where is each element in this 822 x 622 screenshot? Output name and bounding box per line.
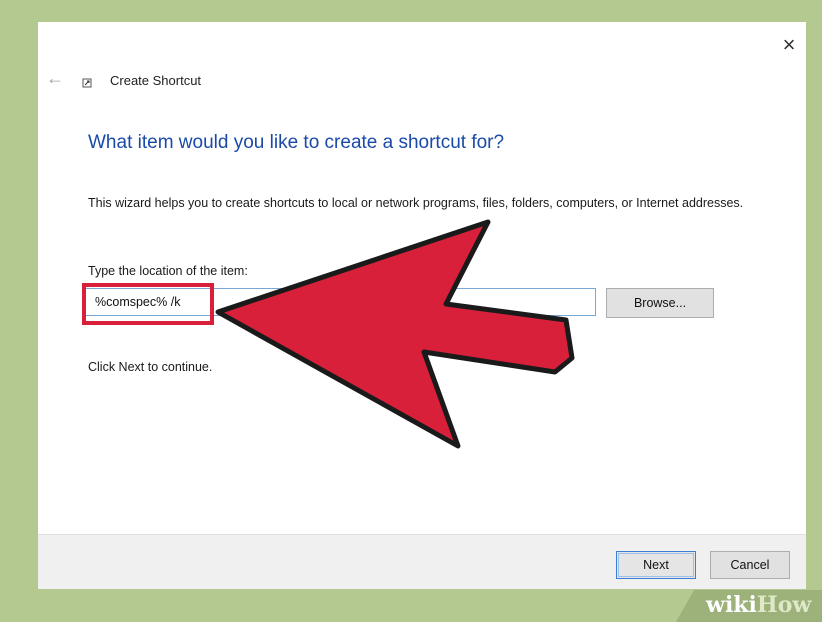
pointer-arrow — [215, 219, 575, 449]
watermark-text: wikiHow — [706, 592, 812, 618]
wikihow-watermark: wikiHow — [676, 590, 822, 622]
